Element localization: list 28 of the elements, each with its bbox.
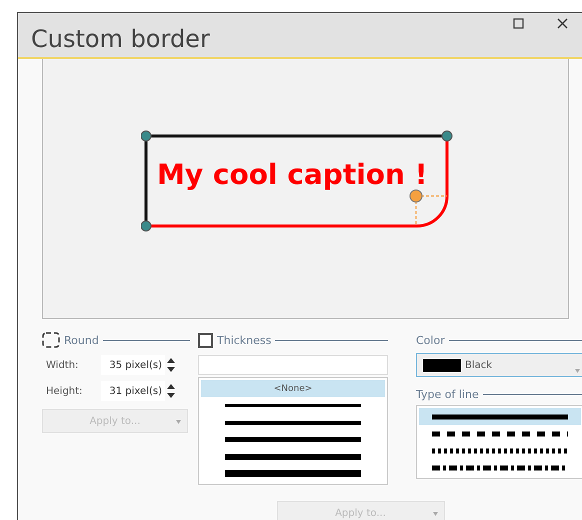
field-label: Height: xyxy=(46,386,84,396)
caret-icon xyxy=(432,512,438,516)
caption-text: My cool caption ! xyxy=(156,158,427,191)
group-label: Type of line xyxy=(416,388,479,400)
resize-handle[interactable] xyxy=(140,220,151,232)
thickness-option[interactable]: <None> xyxy=(201,380,385,397)
window-title: Custom border xyxy=(31,25,210,53)
maximize-icon xyxy=(512,18,524,28)
color-dropdown[interactable]: Black xyxy=(416,353,582,377)
thickness-field[interactable] xyxy=(198,355,388,375)
checkbox[interactable] xyxy=(198,332,213,348)
close-icon xyxy=(556,18,568,28)
spinner-arrows-icon[interactable] xyxy=(167,356,175,374)
caret-icon xyxy=(575,369,580,373)
rounded-corner-icon[interactable] xyxy=(42,332,60,348)
width-field[interactable]: 35 pixel(s) xyxy=(101,355,165,375)
group-label: Thickness xyxy=(217,334,272,346)
field-label: Width: xyxy=(46,360,80,370)
group-label: Round xyxy=(64,334,99,346)
corner-guide xyxy=(414,195,448,227)
caret-icon xyxy=(176,420,181,424)
spinner-arrows-icon[interactable] xyxy=(167,382,175,400)
resize-handle[interactable] xyxy=(441,130,452,142)
resize-handle[interactable] xyxy=(140,130,151,142)
corner-radius-handle[interactable] xyxy=(409,190,422,202)
line-type-option[interactable] xyxy=(419,408,581,425)
group-label: Color xyxy=(416,334,445,346)
height-field[interactable]: 31 pixel(s) xyxy=(101,381,165,401)
